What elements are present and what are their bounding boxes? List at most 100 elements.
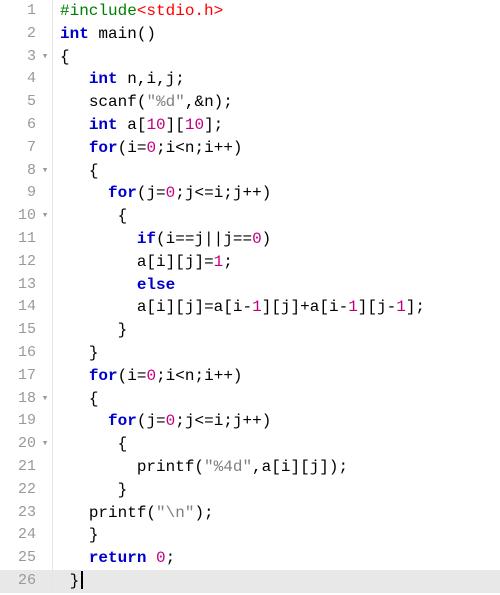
token-punc: ];	[406, 298, 425, 316]
code-content[interactable]: {	[60, 205, 500, 228]
token-punc: [	[146, 253, 156, 271]
gutter-divider	[52, 160, 60, 183]
fold-toggle[interactable]: ▾	[38, 433, 52, 456]
token-punc: (	[146, 504, 156, 522]
fold-toggle	[38, 524, 52, 547]
gutter-divider	[52, 319, 60, 342]
code-content[interactable]: }	[60, 319, 500, 342]
code-content[interactable]: int a[10][10];	[60, 114, 500, 137]
token-num: 10	[185, 116, 204, 134]
line-number: 10	[0, 205, 38, 228]
token-punc: (	[118, 139, 128, 157]
token-plain	[60, 207, 118, 225]
code-line[interactable]: 7 for(i=0;i<n;i++)	[0, 137, 500, 160]
token-type: int	[89, 70, 118, 88]
token-punc: ,	[252, 458, 262, 476]
token-id: a	[262, 458, 272, 476]
code-line[interactable]: 5 scanf("%d",&n);	[0, 91, 500, 114]
code-line[interactable]: 18▾ {	[0, 388, 500, 411]
fold-toggle	[38, 137, 52, 160]
token-punc: (	[194, 458, 204, 476]
gutter-divider	[52, 410, 60, 433]
code-content[interactable]: }	[60, 342, 500, 365]
line-number: 22	[0, 479, 38, 502]
code-content[interactable]: }	[60, 479, 500, 502]
code-content[interactable]: {	[60, 160, 500, 183]
code-content[interactable]: printf("%4d",a[i][j]);	[60, 456, 500, 479]
code-content[interactable]: for(i=0;i<n;i++)	[60, 365, 500, 388]
code-content[interactable]: if(i==j||j==0)	[60, 228, 500, 251]
gutter-divider	[52, 547, 60, 570]
token-id: j	[310, 458, 320, 476]
token-kw: for	[89, 367, 118, 385]
code-content[interactable]: }	[60, 570, 500, 593]
code-editor[interactable]: 1#include<stdio.h>2int main()3▾{4 int n,…	[0, 0, 500, 595]
token-id: a	[137, 253, 147, 271]
code-content[interactable]: {	[60, 388, 500, 411]
code-content[interactable]: else	[60, 274, 500, 297]
fold-toggle[interactable]: ▾	[38, 160, 52, 183]
code-line[interactable]: 1#include<stdio.h>	[0, 0, 500, 23]
code-line[interactable]: 11 if(i==j||j==0)	[0, 228, 500, 251]
fold-toggle	[38, 68, 52, 91]
code-content[interactable]: }	[60, 524, 500, 547]
token-punc: (	[137, 184, 147, 202]
code-line[interactable]: 9 for(j=0;j<=i;j++)	[0, 182, 500, 205]
token-punc: }	[89, 344, 99, 362]
code-line[interactable]: 21 printf("%4d",a[i][j]);	[0, 456, 500, 479]
code-line[interactable]: 20▾ {	[0, 433, 500, 456]
token-punc: {	[89, 162, 99, 180]
line-number: 25	[0, 547, 38, 570]
gutter-divider	[52, 137, 60, 160]
code-content[interactable]: int n,i,j;	[60, 68, 500, 91]
code-line[interactable]: 12 a[i][j]=1;	[0, 251, 500, 274]
code-content[interactable]: int main()	[60, 23, 500, 46]
fold-toggle[interactable]: ▾	[38, 388, 52, 411]
token-op: ++	[243, 412, 262, 430]
code-line[interactable]: 3▾{	[0, 46, 500, 69]
code-content[interactable]: printf("\n");	[60, 502, 500, 525]
token-plain	[60, 481, 118, 499]
line-number: 19	[0, 410, 38, 433]
code-line[interactable]: 19 for(j=0;j<=i;j++)	[0, 410, 500, 433]
code-line[interactable]: 15 }	[0, 319, 500, 342]
fold-toggle[interactable]: ▾	[38, 205, 52, 228]
code-content[interactable]: for(j=0;j<=i;j++)	[60, 410, 500, 433]
code-line[interactable]: 13 else	[0, 274, 500, 297]
token-pp: #include	[60, 2, 137, 20]
gutter-divider	[52, 23, 60, 46]
code-content[interactable]: {	[60, 46, 500, 69]
line-number: 5	[0, 91, 38, 114]
code-line[interactable]: 2int main()	[0, 23, 500, 46]
code-content[interactable]: return 0;	[60, 547, 500, 570]
code-line[interactable]: 17 for(i=0;i<n;i++)	[0, 365, 500, 388]
code-line[interactable]: 16 }	[0, 342, 500, 365]
code-line[interactable]: 14 a[i][j]=a[i-1][j]+a[i-1][j-1];	[0, 296, 500, 319]
code-line[interactable]: 24 }	[0, 524, 500, 547]
token-hdr: <stdio.h>	[137, 2, 223, 20]
token-plain	[60, 70, 89, 88]
code-line[interactable]: 25 return 0;	[0, 547, 500, 570]
token-plain	[60, 93, 89, 111]
code-line[interactable]: 8▾ {	[0, 160, 500, 183]
code-line[interactable]: 6 int a[10][10];	[0, 114, 500, 137]
code-content[interactable]: for(i=0;i<n;i++)	[60, 137, 500, 160]
gutter-divider	[52, 479, 60, 502]
code-content[interactable]: #include<stdio.h>	[60, 0, 500, 23]
code-content[interactable]: {	[60, 433, 500, 456]
code-content[interactable]: a[i][j]=a[i-1][j]+a[i-1][j-1];	[60, 296, 500, 319]
code-content[interactable]: for(j=0;j<=i;j++)	[60, 182, 500, 205]
token-id: i	[166, 139, 176, 157]
code-line[interactable]: 22 }	[0, 479, 500, 502]
token-plain	[60, 549, 89, 567]
code-line[interactable]: 23 printf("\n");	[0, 502, 500, 525]
fold-toggle[interactable]: ▾	[38, 46, 52, 69]
code-line[interactable]: 4 int n,i,j;	[0, 68, 500, 91]
code-line[interactable]: 10▾ {	[0, 205, 500, 228]
token-id: i	[204, 139, 214, 157]
token-plain	[118, 116, 128, 134]
token-punc: ,	[137, 70, 147, 88]
code-line[interactable]: 26 }	[0, 570, 500, 593]
code-content[interactable]: a[i][j]=1;	[60, 251, 500, 274]
code-content[interactable]: scanf("%d",&n);	[60, 91, 500, 114]
